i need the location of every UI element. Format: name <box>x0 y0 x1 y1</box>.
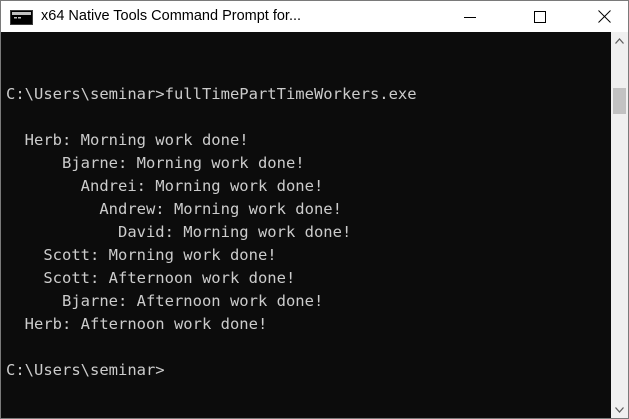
vertical-scrollbar[interactable] <box>611 32 628 418</box>
console-line: Scott: Morning work done! <box>6 246 277 264</box>
window-title: x64 Native Tools Command Prompt for... <box>41 8 302 24</box>
console-line: Bjarne: Afternoon work done! <box>6 292 324 310</box>
console-line: Andrei: Morning work done! <box>6 177 324 195</box>
scroll-thumb[interactable] <box>613 88 626 114</box>
console-line: Scott: Afternoon work done! <box>6 269 296 287</box>
console-line: Herb: Morning work done! <box>6 131 249 149</box>
maximize-button[interactable] <box>517 1 563 32</box>
console-line: David: Morning work done! <box>6 223 352 241</box>
close-icon <box>597 10 611 23</box>
cmd-icon[interactable] <box>10 10 33 25</box>
console-line: Bjarne: Morning work done! <box>6 154 305 172</box>
minimize-icon <box>464 16 476 18</box>
console-prompt-line[interactable]: C:\Users\seminar> <box>6 359 165 382</box>
command-prompt-window: x64 Native Tools Command Prompt for... C… <box>0 0 629 419</box>
console-line: Herb: Afternoon work done! <box>6 315 268 333</box>
scroll-up-button[interactable] <box>611 32 628 49</box>
minimize-button[interactable] <box>447 1 493 32</box>
chevron-down-icon <box>615 406 624 413</box>
console-output[interactable]: C:\Users\seminar>fullTimePartTimeWorkers… <box>1 32 611 418</box>
console-line: C:\Users\seminar>fullTimePartTimeWorkers… <box>6 85 417 103</box>
chevron-up-icon <box>615 37 624 44</box>
close-button[interactable] <box>581 1 627 32</box>
console-line: Andrew: Morning work done! <box>6 200 342 218</box>
title-bar[interactable]: x64 Native Tools Command Prompt for... <box>1 1 628 32</box>
maximize-icon <box>534 10 546 23</box>
scroll-down-button[interactable] <box>611 401 628 418</box>
